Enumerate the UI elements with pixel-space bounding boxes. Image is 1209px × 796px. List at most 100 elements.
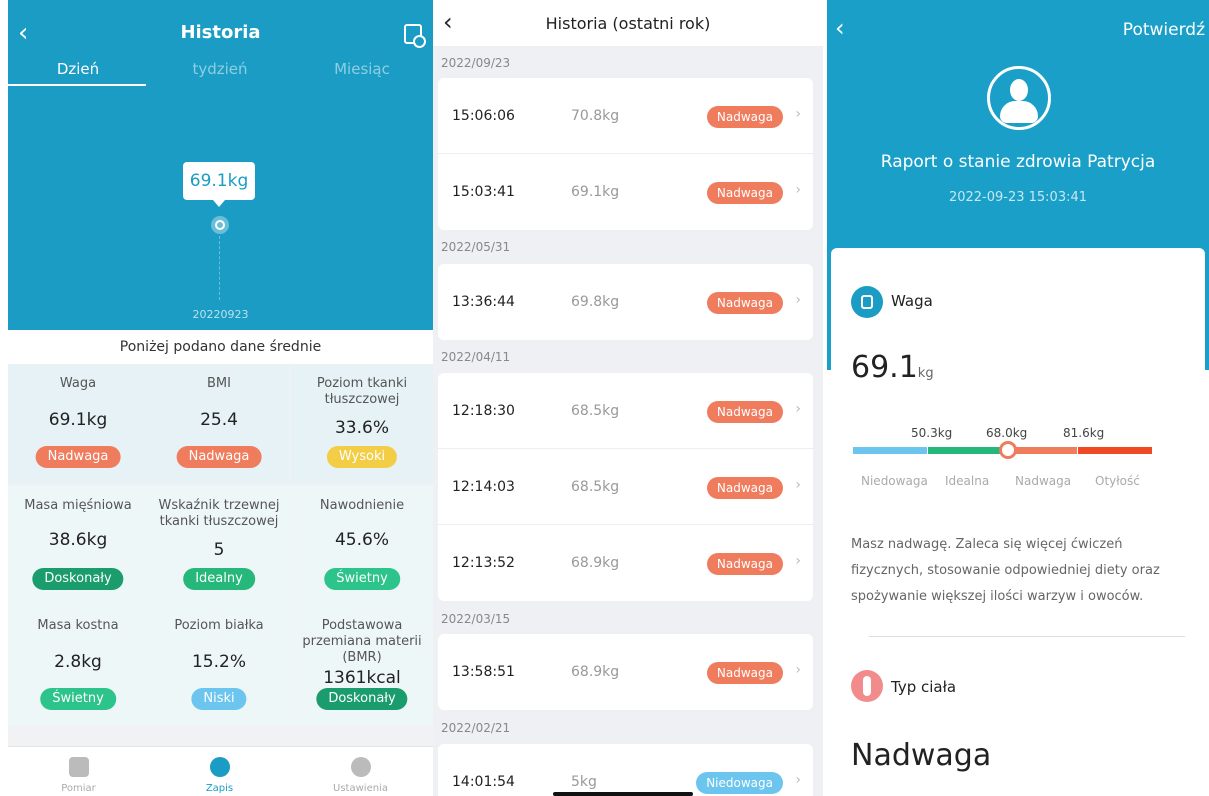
x-axis-date: 20220923 [192, 308, 249, 321]
chevron-right-icon: › [795, 292, 801, 308]
nav-bar: ‹ Historia (ostatni rok) [433, 0, 823, 46]
metric-label: Masa mięśniowa [24, 498, 132, 513]
report-icon[interactable] [404, 24, 426, 48]
nav-label: Pomiar [61, 783, 96, 794]
day-history-screen: ‹ Historia Dzień tydzień Miesiąc 69.1kg … [8, 0, 433, 796]
avatar [987, 66, 1051, 130]
history-row[interactable]: 15:03:41 69.1kg Nadwaga › [438, 154, 813, 230]
row-weight: 69.8kg [571, 294, 620, 310]
tab-day[interactable]: Dzień [8, 60, 148, 78]
metric-value: 15.2% [191, 652, 246, 672]
metric-visceral-fat: Wskaźnik trzewnej tkanki tłuszczowej 5 Ide… [148, 486, 290, 606]
status-badge: Nadwaga [706, 477, 783, 499]
report-card: Waga 69.1kg 50.3kg 68.0kg 81.6kg Niedowa… [831, 248, 1205, 796]
status-badge: Wysoki [326, 446, 398, 468]
history-card: 12:18:30 68.5kg Nadwaga › 12:14:03 68.5kg Nad… [438, 373, 813, 601]
clock-icon [209, 757, 230, 777]
back-icon[interactable]: ‹ [835, 14, 845, 42]
nav-record[interactable]: Zapis [149, 753, 290, 794]
metric-label: Nawodnienie [319, 498, 405, 513]
range-obese [1078, 447, 1152, 454]
chevron-right-icon: › [795, 401, 801, 417]
data-point[interactable] [211, 216, 229, 234]
history-row[interactable]: 13:36:44 69.8kg Nadwaga › [438, 264, 813, 340]
history-row[interactable]: 12:13:52 68.9kg Nadwaga › [438, 525, 813, 601]
status-badge: Nadwaga [706, 553, 783, 575]
tab-month[interactable]: Miesiąc [292, 60, 432, 78]
scale-icon [851, 286, 883, 318]
bottom-nav: Pomiar Zapis Ustawienia [8, 746, 433, 796]
metric-label: Podstawowa przemiana materii (BMR) [302, 618, 422, 665]
metric-label: BMI [207, 376, 231, 391]
group-date: 2022/03/15 [441, 612, 511, 626]
history-row[interactable]: 14:01:54 5kg Niedowaga › [438, 744, 813, 796]
row-weight: 68.9kg [571, 664, 620, 680]
chevron-right-icon: › [795, 106, 801, 122]
page-title: Historia [180, 22, 261, 43]
status-badge: Nadwaga [706, 401, 783, 423]
threshold-label: 50.3kg [911, 426, 953, 440]
metric-body-fat: Poziom tkanki tłuszczowej 33.6% Wysoki [291, 364, 433, 484]
year-history-screen: ‹ Historia (ostatni rok) 2022/09/23 15:0… [433, 0, 823, 796]
row-time: 12:18:30 [452, 403, 515, 419]
section-title: Waga [891, 292, 933, 310]
nav-settings[interactable]: Ustawienia [290, 753, 431, 794]
metric-value: 25.4 [200, 410, 238, 430]
group-date: 2022/04/11 [441, 350, 511, 364]
history-row[interactable]: 15:06:06 70.8kg Nadwaga › [438, 78, 813, 154]
row-weight: 70.8kg [571, 108, 620, 124]
home-indicator [553, 792, 693, 796]
nav-measure[interactable]: Pomiar [8, 753, 149, 794]
chart-header: ‹ Historia Dzień tydzień Miesiąc 69.1kg … [8, 0, 433, 330]
status-badge: Świetny [40, 688, 116, 710]
status-badge: Niski [191, 688, 247, 710]
group-date: 2022/02/21 [441, 721, 511, 735]
metric-value: 45.6% [334, 530, 389, 550]
weight-marker [999, 441, 1017, 459]
metric-value: 2.8kg [54, 652, 102, 672]
status-badge: Nadwaga [706, 292, 783, 314]
chevron-right-icon: › [795, 477, 801, 493]
confirm-button[interactable]: Potwierdź [1123, 20, 1205, 40]
metric-protein: Poziom białka 15.2% Niski [148, 606, 290, 726]
metric-value: 1361kcal [323, 668, 401, 688]
clipboard-icon [68, 757, 89, 777]
status-badge: Nadwaga [706, 182, 783, 204]
status-badge: Doskonały [316, 688, 408, 710]
tab-week[interactable]: tydzień [150, 60, 290, 78]
row-time: 15:06:06 [452, 108, 515, 124]
nav-label: Ustawienia [333, 783, 388, 794]
row-time: 14:01:54 [452, 774, 515, 790]
row-weight: 5kg [571, 774, 597, 790]
history-row[interactable]: 13:58:51 68.9kg Nadwaga › [438, 634, 813, 710]
metric-weight: Waga 69.1kg Nadwaga [8, 364, 148, 484]
history-card: 13:36:44 69.8kg Nadwaga › [438, 264, 813, 340]
metric-value: 33.6% [334, 418, 389, 438]
status-badge: Idealny [183, 568, 255, 590]
range-label: Otyłość [1095, 474, 1140, 488]
history-row[interactable]: 12:18:30 68.5kg Nadwaga › [438, 373, 813, 449]
weight-unit: kg [917, 366, 934, 381]
chevron-right-icon: › [795, 553, 801, 569]
row-weight: 68.9kg [571, 555, 620, 571]
group-date: 2022/09/23 [441, 56, 511, 70]
history-card: 13:58:51 68.9kg Nadwaga › [438, 634, 813, 710]
history-row[interactable]: 12:14:03 68.5kg Nadwaga › [438, 449, 813, 525]
threshold-label: 81.6kg [1063, 426, 1105, 440]
body-type-value: Nadwaga [851, 738, 992, 773]
weight-number: 69.1 [851, 350, 918, 385]
person-icon [1010, 79, 1028, 101]
status-badge: Nadwaga [706, 662, 783, 684]
weight-advice: Masz nadwagę. Zaleca się więcej ćwiczeń … [851, 537, 1160, 604]
metric-bone-mass: Masa kostna 2.8kg Świetny [8, 606, 148, 726]
metric-label: Waga [59, 376, 97, 391]
weight-value: 69.1kg [851, 350, 934, 385]
tab-indicator [8, 84, 146, 86]
metric-hydration: Nawodnienie 45.6% Świetny [291, 486, 433, 606]
row-weight: 68.5kg [571, 479, 620, 495]
row-time: 13:58:51 [452, 664, 515, 680]
metric-label: Masa kostna [37, 618, 119, 633]
chevron-right-icon: › [795, 662, 801, 678]
chevron-right-icon: › [795, 772, 801, 788]
group-date: 2022/05/31 [441, 240, 511, 254]
